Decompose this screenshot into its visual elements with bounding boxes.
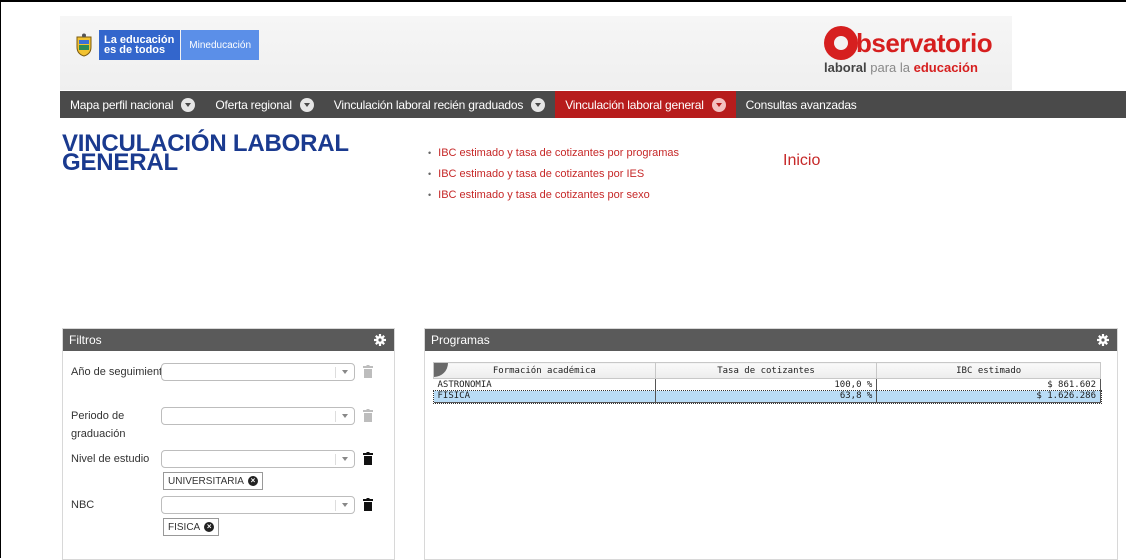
inicio-link[interactable]: Inicio [783, 152, 820, 170]
table-cell: ASTRONOMIA [433, 378, 656, 391]
filter-tag[interactable]: FISICA × [163, 518, 220, 536]
report-link[interactable]: • IBC estimado y tasa de cotizantes por p… [428, 142, 679, 163]
filter-label: Periodo de graduación [71, 410, 126, 440]
nav-item-label: Vinculación laboral recién graduados [333, 97, 524, 112]
trash-icon[interactable] [363, 498, 373, 511]
observatorio-sub-bold: laboral [824, 60, 867, 75]
select-divider [335, 367, 336, 378]
nav-item-label: Vinculación laboral general [565, 97, 704, 112]
chevron-down-icon [342, 457, 348, 461]
filter-tag-label: FISICA [168, 521, 201, 533]
report-link-label: IBC estimado y tasa de cotizantes por pr… [438, 146, 680, 159]
gear-icon[interactable] [1097, 334, 1109, 346]
table-cell: FISICA [433, 390, 656, 403]
table-row[interactable]: ASTRONOMIA 100,0 % $ 861.602 [433, 378, 1101, 391]
main-nav: Mapa perfil nacional Oferta regional Vincu… [60, 91, 1126, 118]
filter-select[interactable] [161, 363, 355, 381]
filter-label: Año de seguimiento [71, 366, 169, 378]
nav-item-0[interactable]: Mapa perfil nacional [60, 91, 205, 118]
table-cell: 63,8 % [655, 390, 878, 403]
table-cell: $ 861.602 [876, 378, 1101, 391]
table-cell: $ 1.626.286 [876, 390, 1101, 403]
programs-panel: Programas Formación académica Tasa de cot… [424, 328, 1118, 560]
select-divider [335, 500, 336, 511]
ministry-badge: Mineducación [181, 30, 260, 60]
trash-icon[interactable] [363, 452, 373, 465]
observatorio-o-icon [824, 26, 858, 60]
report-link[interactable]: • IBC estimado y tasa de cotizantes por I… [428, 163, 679, 184]
observatorio-logo[interactable]: bservatorio laboral para la educación [820, 22, 993, 78]
table-row[interactable]: FISICA 63,8 % $ 1.626.286 [432, 389, 1102, 404]
close-icon[interactable]: × [247, 476, 258, 486]
gov-badge-line2: es de todos [104, 44, 166, 56]
filters-panel-header: Filtros [63, 329, 394, 351]
column-header[interactable]: Formación académica [433, 362, 656, 379]
filters-panel: Filtros Año de seguimiento Periodo de gra… [62, 328, 395, 560]
chevron-down-icon [181, 97, 196, 112]
coat-of-arms-icon [76, 33, 92, 57]
gov-logo[interactable]: La educación es de todos Mineducación [75, 30, 260, 60]
programs-panel-title: Programas [431, 333, 490, 347]
select-divider [335, 411, 336, 422]
programs-table: Formación académica Tasa de cotizantes IBC… [432, 362, 1102, 404]
gear-icon[interactable] [374, 334, 386, 346]
chevron-down-icon [711, 97, 726, 112]
chevron-down-icon [299, 97, 314, 112]
observatorio-sub-light: para la [870, 60, 910, 75]
bullet-icon: • [428, 189, 432, 200]
filter-select[interactable] [161, 450, 355, 468]
report-link-label: IBC estimado y tasa de cotizantes por se… [438, 188, 650, 201]
nav-item-label: Consultas avanzadas [745, 97, 857, 112]
close-icon[interactable]: × [204, 522, 215, 532]
column-header[interactable]: Tasa de cotizantes [654, 362, 878, 379]
filters-panel-title: Filtros [69, 333, 102, 347]
nav-item-3[interactable]: Vinculación laboral general [555, 91, 736, 118]
report-link-label: IBC estimado y tasa de cotizantes por IE… [438, 167, 645, 180]
chevron-down-icon [342, 370, 348, 374]
filter-tag[interactable]: UNIVERSITARIA × [163, 472, 263, 490]
nav-item-label: Oferta regional [215, 97, 292, 112]
table-body: ASTRONOMIA 100,0 % $ 861.602 FISICA 63,8 % $ … [432, 378, 1102, 404]
trash-icon[interactable] [363, 409, 373, 422]
observatorio-wordmark: bservatorio [856, 28, 993, 58]
filter-label: NBC [71, 499, 95, 511]
select-divider [335, 454, 336, 465]
nav-item-1[interactable]: Oferta regional [205, 91, 323, 118]
table-header-row: Formación académica Tasa de cotizantes IBC… [433, 362, 1101, 379]
nav-item-2[interactable]: Vinculación laboral recién graduados [324, 91, 555, 118]
table-cell: 100,0 % [655, 378, 878, 391]
filter-label: Nivel de estudio [71, 453, 150, 465]
column-header[interactable]: IBC estimado [876, 362, 1101, 379]
trash-icon[interactable] [363, 365, 373, 378]
report-links: • IBC estimado y tasa de cotizantes por p… [428, 142, 679, 205]
nav-item-4[interactable]: Consultas avanzadas [736, 91, 867, 118]
nav-item-label: Mapa perfil nacional [70, 97, 174, 112]
bullet-icon: • [428, 168, 432, 179]
page-title: VINCULACIÓN LABORAL GENERAL [62, 130, 349, 176]
filter-select[interactable] [161, 496, 355, 514]
gov-badge: La educación es de todos [99, 30, 181, 60]
observatorio-subtitle: laboral para la educación [824, 60, 978, 75]
chevron-down-icon [342, 503, 348, 507]
chevron-down-icon [342, 414, 348, 418]
filter-tag-label: UNIVERSITARIA [168, 475, 244, 487]
report-link[interactable]: • IBC estimado y tasa de cotizantes por s… [428, 184, 679, 205]
bullet-icon: • [428, 147, 432, 158]
chevron-down-icon [531, 97, 546, 112]
programs-panel-header: Programas [425, 329, 1117, 351]
observatorio-sub-red: educación [913, 60, 978, 75]
filter-select[interactable] [161, 407, 355, 425]
